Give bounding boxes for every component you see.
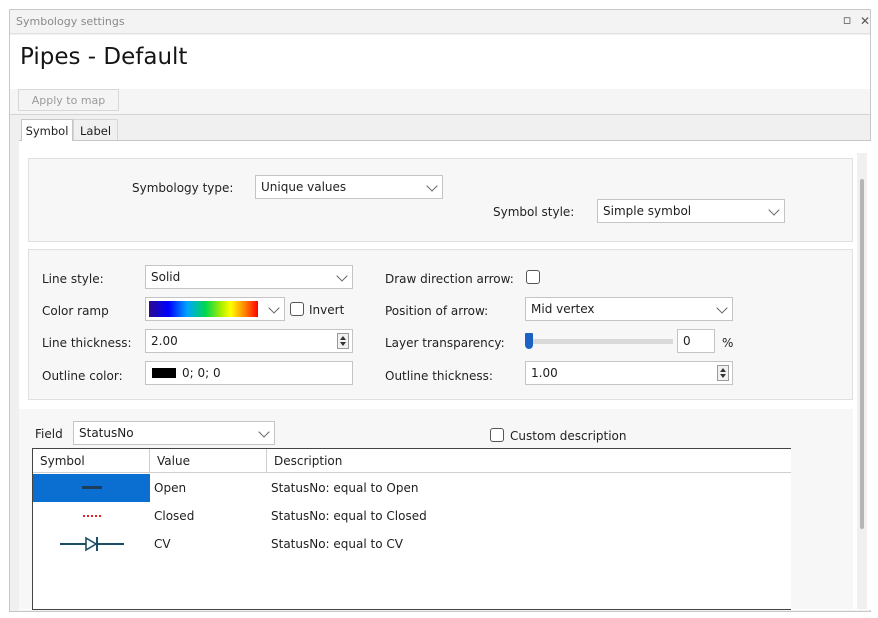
tab-label[interactable]: Label <box>73 119 118 141</box>
symbol-cell[interactable] <box>33 474 150 502</box>
outline-color-value: 0; 0; 0 <box>182 366 221 380</box>
spin-up-icon[interactable] <box>340 336 346 340</box>
outline-color-label: Outline color: <box>42 369 123 383</box>
value-cell: Open <box>154 481 187 495</box>
layer-title: Pipes - Default <box>20 44 188 70</box>
chevron-down-icon <box>768 204 780 216</box>
toolbar: Apply to map <box>10 89 870 115</box>
close-icon[interactable]: ✕ <box>856 12 874 30</box>
chevron-down-icon <box>258 426 270 438</box>
transparency-slider-track[interactable] <box>525 339 673 344</box>
scrollbar-thumb[interactable] <box>860 179 864 529</box>
description-cell: StatusNo: equal to Open <box>271 481 419 495</box>
description-cell: StatusNo: equal to Closed <box>271 509 427 523</box>
invert-label: Invert <box>309 303 345 317</box>
transparency-slider-thumb[interactable] <box>525 333 533 349</box>
spin-buttons[interactable] <box>717 365 729 381</box>
table-header: Symbol Value Description <box>33 449 791 473</box>
symbology-type-dropdown[interactable]: Unique values <box>255 175 443 199</box>
symbol-tab-page: Symbology type: Unique values Symbol sty… <box>19 140 871 610</box>
custom-description-checkbox[interactable] <box>490 428 504 442</box>
invert-checkbox[interactable] <box>290 302 304 316</box>
line-thickness-label: Line thickness: <box>42 336 132 350</box>
line-style-value: Solid <box>151 270 181 284</box>
outline-color-swatch <box>152 368 176 378</box>
symbology-settings-window: Symbology settings ▫ ✕ Pipes - Default A… <box>9 9 871 612</box>
symbol-style-value: Simple symbol <box>603 204 692 218</box>
outline-color-picker[interactable]: 0; 0; 0 <box>145 361 353 385</box>
line-settings-group: Line style: Solid Color ramp Invert Line… <box>28 249 853 400</box>
transparency-unit: % <box>722 336 734 350</box>
window-title: Symbology settings <box>16 15 125 28</box>
table-row[interactable]: CV StatusNo: equal to CV <box>33 530 791 558</box>
arrow-position-dropdown[interactable]: Mid vertex <box>525 297 733 321</box>
chevron-down-icon <box>336 270 348 282</box>
symbology-type-group: Symbology type: Unique values Symbol sty… <box>28 158 853 242</box>
symbol-cell[interactable] <box>33 530 150 558</box>
solid-line-symbol-icon <box>81 486 102 489</box>
line-thickness-stepper[interactable]: 2.00 <box>145 329 353 353</box>
outline-thickness-value: 1.00 <box>531 366 558 380</box>
check-valve-symbol-icon <box>59 536 124 552</box>
field-label: Field <box>35 427 63 441</box>
spin-buttons[interactable] <box>337 333 349 349</box>
value-cell: CV <box>154 537 171 551</box>
arrow-position-value: Mid vertex <box>531 302 595 316</box>
field-dropdown[interactable]: StatusNo <box>73 421 275 445</box>
header: Pipes - Default <box>10 35 870 89</box>
outline-thickness-stepper[interactable]: 1.00 <box>525 361 733 385</box>
field-value: StatusNo <box>79 426 134 440</box>
color-ramp-label: Color ramp <box>42 304 109 318</box>
draw-arrow-label: Draw direction arrow: <box>385 272 514 286</box>
color-ramp-dropdown[interactable] <box>145 297 285 321</box>
symbology-type-label: Symbology type: <box>132 181 234 195</box>
column-header-description[interactable]: Description <box>267 449 791 473</box>
chevron-down-icon <box>716 302 728 314</box>
symbol-style-label: Symbol style: <box>493 205 575 219</box>
symbol-cell[interactable] <box>33 502 150 530</box>
line-style-dropdown[interactable]: Solid <box>145 265 353 289</box>
chevron-down-icon <box>268 302 280 314</box>
draw-arrow-checkbox[interactable] <box>526 270 540 284</box>
tab-symbol[interactable]: Symbol <box>21 119 73 141</box>
symbology-type-value: Unique values <box>261 180 347 194</box>
vertical-scrollbar[interactable] <box>857 153 867 609</box>
spin-down-icon[interactable] <box>340 342 346 346</box>
transparency-value: 0 <box>683 334 691 348</box>
custom-description-label: Custom description <box>510 429 627 443</box>
column-header-symbol[interactable]: Symbol <box>33 449 150 473</box>
restore-icon[interactable]: ▫ <box>838 12 856 30</box>
spin-up-icon[interactable] <box>720 368 726 372</box>
transparency-label: Layer transparency: <box>385 336 505 350</box>
apply-to-map-button[interactable]: Apply to map <box>18 89 119 111</box>
symbol-style-dropdown[interactable]: Simple symbol <box>597 199 785 223</box>
title-bar: Symbology settings ▫ ✕ <box>10 10 870 34</box>
table-row[interactable]: Open StatusNo: equal to Open <box>33 474 791 502</box>
line-style-label: Line style: <box>42 272 104 286</box>
description-cell: StatusNo: equal to CV <box>271 537 403 551</box>
table-row[interactable]: Closed StatusNo: equal to Closed <box>33 502 791 530</box>
field-group: Field StatusNo Custom description Symbol… <box>19 409 853 610</box>
line-thickness-value: 2.00 <box>151 334 178 348</box>
dotted-red-line-symbol-icon <box>82 515 101 517</box>
chevron-down-icon <box>426 180 438 192</box>
value-cell: Closed <box>154 509 195 523</box>
unique-values-table: Symbol Value Description Open StatusNo: … <box>32 448 791 610</box>
color-ramp-gradient <box>149 301 258 317</box>
outline-thickness-label: Outline thickness: <box>385 369 493 383</box>
column-header-value[interactable]: Value <box>150 449 267 473</box>
arrow-position-label: Position of arrow: <box>385 304 489 318</box>
spin-down-icon[interactable] <box>720 374 726 378</box>
transparency-input[interactable]: 0 <box>677 329 715 353</box>
